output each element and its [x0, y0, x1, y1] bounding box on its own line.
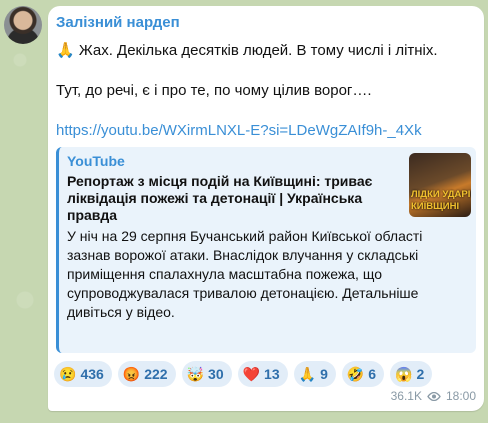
angry-face-icon: 😡: [122, 366, 141, 382]
reaction-laugh[interactable]: 🤣 6: [341, 361, 385, 387]
sender-name[interactable]: Залізний нардеп: [56, 14, 180, 31]
reaction-mind-blown[interactable]: 🤯 30: [181, 361, 232, 387]
crying-face-icon: 😢: [59, 366, 77, 382]
reaction-count: 2: [416, 366, 425, 382]
praying-hands-icon: 🙏: [298, 366, 317, 382]
preview-thumbnail[interactable]: ЛІДКИ УДАРІВ КИЇВЩИНІ: [409, 153, 471, 217]
message-bubble: Залізний нардеп 🙏 Жах. Декілька десятків…: [48, 6, 484, 411]
reaction-crying[interactable]: 😢 436: [54, 361, 112, 387]
preview-site-name: YouTube: [67, 153, 125, 169]
preview-description: У ніч на 29 серпня Бучанський район Київ…: [67, 228, 423, 353]
message-meta: 36.1K 18:00: [391, 389, 476, 403]
reaction-heart[interactable]: ❤️ 13: [237, 361, 288, 387]
preview-title: Репортаж з місця подій на Київщині: трив…: [67, 173, 373, 223]
screaming-face-icon: 😱: [395, 366, 413, 382]
reaction-pray[interactable]: 🙏 9: [293, 361, 336, 387]
reactions-bar: 😢 436 😡 222 🤯 30 ❤️ 13 🙏 9 🤣 6 😱 2: [54, 361, 433, 387]
mind-blown-icon: 🤯: [186, 366, 205, 382]
rofl-face-icon: 🤣: [346, 366, 365, 382]
youtube-link[interactable]: https://youtu.be/WXirmLNXL-E?si=LDeWgZAI…: [56, 122, 422, 139]
heart-icon: ❤️: [242, 366, 261, 382]
view-count: 36.1K: [390, 389, 422, 403]
message-line-1: 🙏 Жах. Декілька десятків людей. В тому ч…: [56, 42, 438, 59]
message-line-2: Тут, до речі, є і про те, по чому цілив …: [56, 82, 372, 99]
thumbnail-caption-1: ЛІДКИ УДАРІВ: [411, 189, 471, 200]
reaction-count: 6: [368, 366, 377, 382]
eye-icon: [427, 391, 441, 401]
reaction-scream[interactable]: 😱 2: [390, 361, 433, 387]
message-time: 18:00: [445, 389, 476, 403]
reaction-count: 222: [144, 366, 168, 382]
reaction-angry[interactable]: 😡 222: [117, 361, 176, 387]
reaction-count: 13: [264, 366, 280, 382]
thumbnail-caption-2: КИЇВЩИНІ: [411, 201, 460, 212]
reaction-count: 9: [320, 366, 328, 382]
reaction-count: 30: [208, 366, 224, 382]
channel-avatar[interactable]: [4, 6, 42, 44]
link-preview[interactable]: YouTube Репортаж з місця подій на Київщи…: [56, 147, 476, 353]
message-text: 🙏 Жах. Декілька десятків людей. В тому ч…: [56, 41, 476, 141]
reaction-count: 436: [80, 366, 104, 382]
